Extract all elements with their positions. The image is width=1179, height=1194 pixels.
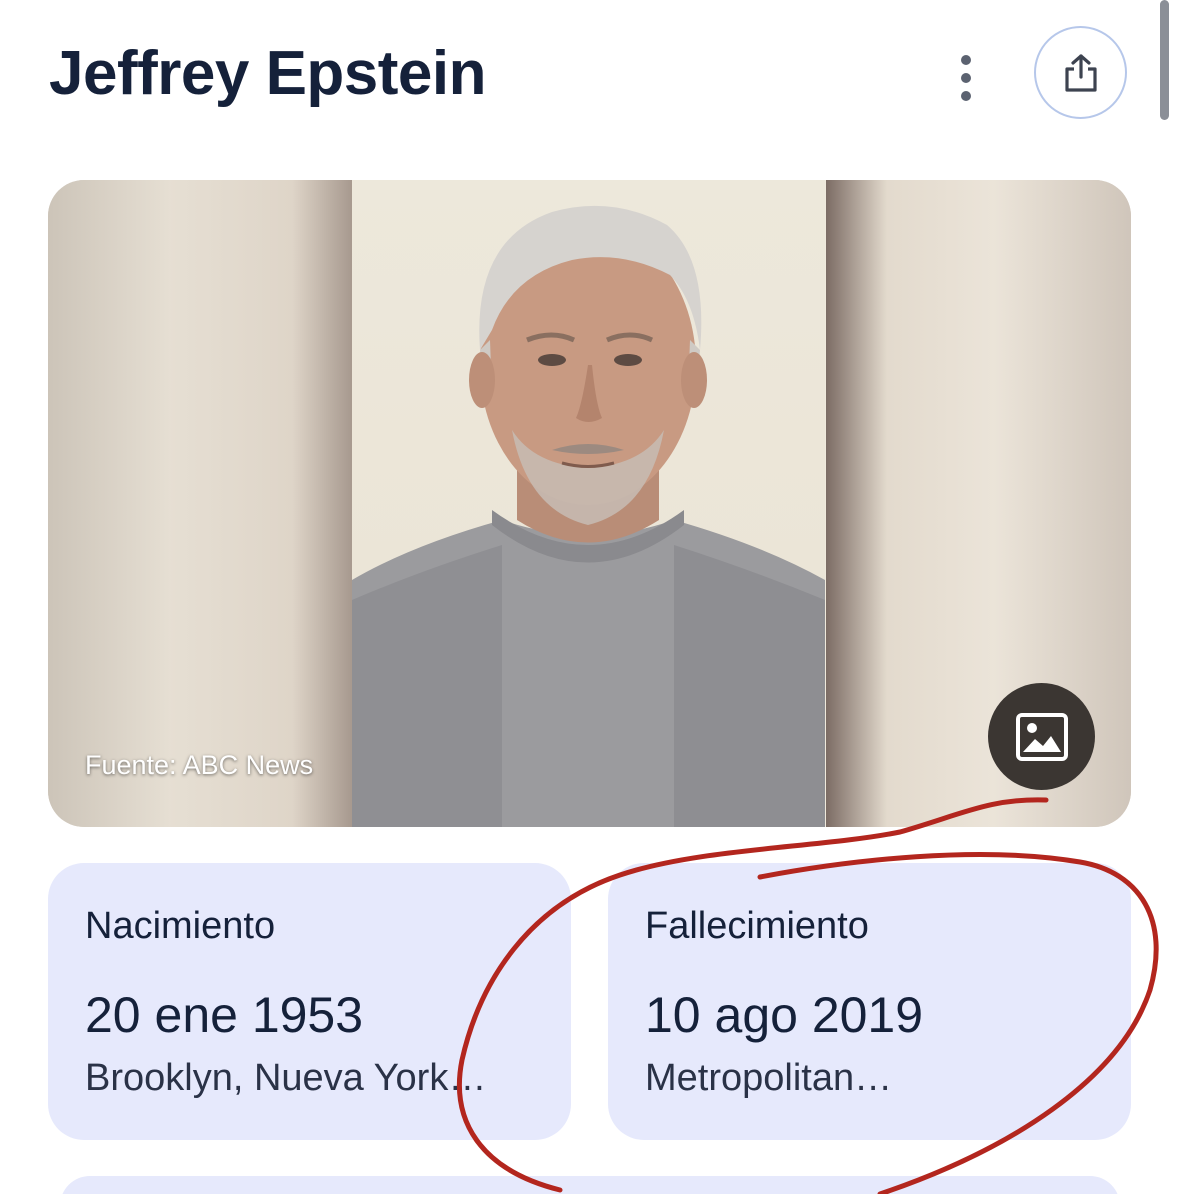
birth-date: 20 ene 1953 — [85, 987, 364, 1043]
more-vertical-icon-dot — [961, 91, 971, 101]
birth-info-card[interactable]: Nacimiento 20 ene 1953 Brooklyn, Nueva Y… — [48, 863, 571, 1140]
share-icon — [1064, 53, 1097, 92]
knowledge-panel: Jeffrey Epstein Fuente: ABC News Nacimie… — [0, 0, 1179, 1194]
more-options-button[interactable] — [940, 50, 992, 106]
share-button[interactable] — [1034, 26, 1127, 119]
death-info-card[interactable]: Fallecimiento 10 ago 2019 Metropolitan… — [608, 863, 1131, 1140]
page-title: Jeffrey Epstein — [49, 39, 487, 108]
image-card[interactable]: Fuente: ABC News — [48, 180, 1131, 827]
view-images-button[interactable] — [988, 683, 1095, 790]
death-label: Fallecimiento — [645, 905, 869, 947]
more-vertical-icon-dot — [961, 73, 971, 83]
death-date: 10 ago 2019 — [645, 987, 924, 1043]
photo-blur-left — [48, 180, 353, 827]
birth-place: Brooklyn, Nueva York… — [85, 1057, 487, 1099]
portrait-photo[interactable] — [352, 180, 825, 827]
death-place: Metropolitan… — [645, 1057, 893, 1099]
more-vertical-icon — [961, 55, 971, 65]
scrollbar[interactable] — [1160, 0, 1169, 120]
image-source-label: Fuente: ABC News — [85, 750, 314, 780]
image-icon — [1015, 712, 1068, 761]
next-info-card[interactable] — [60, 1176, 1120, 1194]
birth-label: Nacimiento — [85, 905, 276, 947]
